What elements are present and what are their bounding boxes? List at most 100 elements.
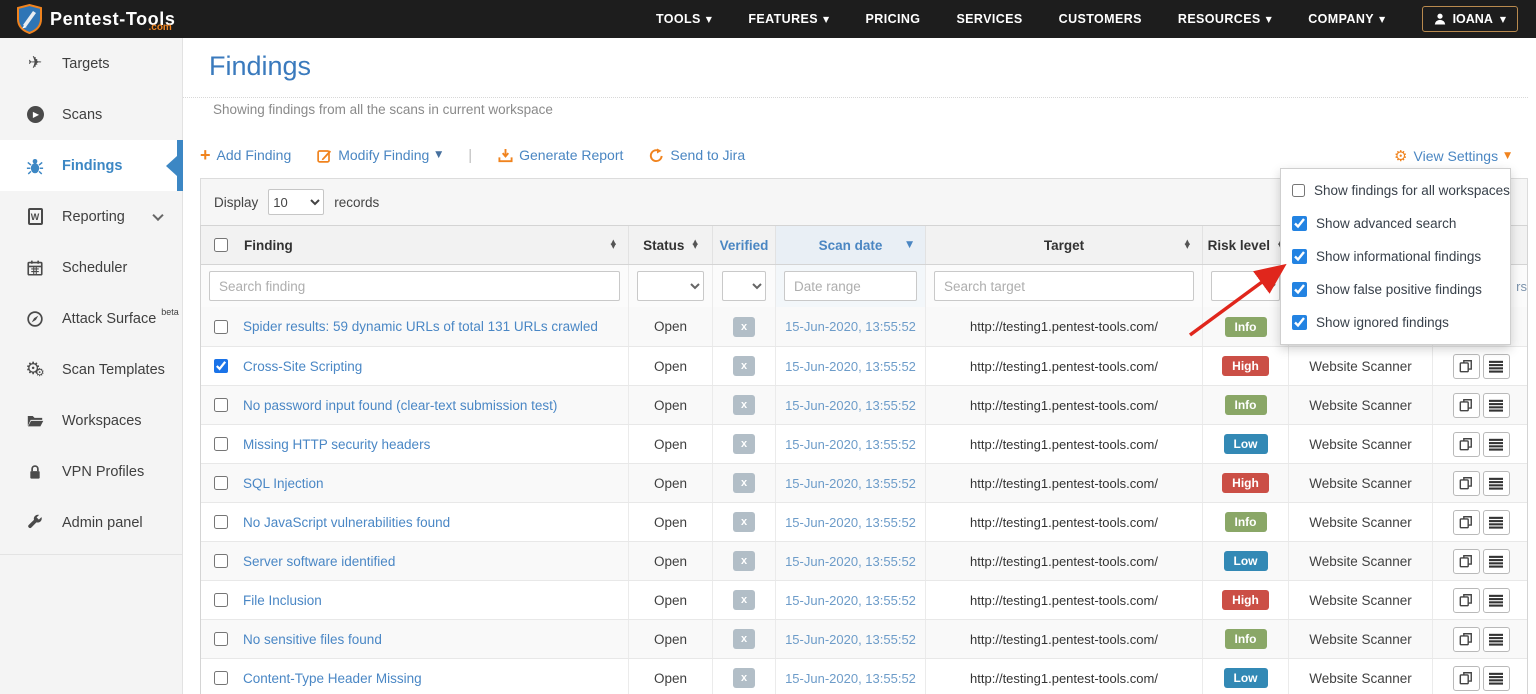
view-settings-option-show-ignored-findings[interactable]: Show ignored findings	[1281, 306, 1510, 339]
generate-report-button[interactable]: Generate Report	[498, 147, 623, 163]
scan-date-link[interactable]: 15-Jun-2020, 13:55:52	[785, 632, 916, 647]
duplicate-finding-button[interactable]	[1453, 354, 1480, 379]
duplicate-finding-button[interactable]	[1453, 432, 1480, 457]
option-checkbox[interactable]	[1292, 216, 1307, 231]
option-checkbox[interactable]	[1292, 249, 1307, 264]
verified-filter-select[interactable]	[722, 271, 766, 301]
risk-level-filter-select[interactable]	[1211, 271, 1280, 301]
sidebar-item-vpn-profiles[interactable]: VPN Profiles	[0, 446, 182, 497]
status-filter-select[interactable]	[637, 271, 704, 301]
sidebar-item-scan-templates[interactable]: ⚙⚙ Scan Templates	[0, 344, 182, 395]
row-checkbox[interactable]	[214, 359, 228, 373]
select-all-checkbox[interactable]	[214, 238, 228, 252]
date-range-input[interactable]	[784, 271, 917, 301]
scan-date-link[interactable]: 15-Jun-2020, 13:55:52	[785, 593, 916, 608]
scan-date-link[interactable]: 15-Jun-2020, 13:55:52	[785, 671, 916, 686]
view-settings-option-show-advanced-search[interactable]: Show advanced search	[1281, 207, 1510, 240]
view-settings-option-show-informational-findings[interactable]: Show informational findings	[1281, 240, 1510, 273]
scan-date-link[interactable]: 15-Jun-2020, 13:55:52	[785, 476, 916, 491]
scan-date-link[interactable]: 15-Jun-2020, 13:55:52	[785, 398, 916, 413]
column-header-scan-date[interactable]: Scan date ▼	[776, 226, 926, 264]
duplicate-finding-button[interactable]	[1453, 549, 1480, 574]
duplicate-finding-button[interactable]	[1453, 627, 1480, 652]
row-checkbox[interactable]	[214, 476, 228, 490]
view-settings-option-show-false-positive-findings[interactable]: Show false positive findings	[1281, 273, 1510, 306]
sidebar-item-scans[interactable]: ▶ Scans	[0, 89, 182, 140]
option-checkbox[interactable]	[1292, 282, 1307, 297]
view-settings-button[interactable]: ⚙ View Settings ▼	[1394, 148, 1511, 164]
not-verified-badge[interactable]: x	[733, 473, 755, 493]
not-verified-badge[interactable]: x	[733, 668, 755, 688]
records-per-page-select[interactable]: 10	[268, 189, 324, 215]
sort-desc-icon[interactable]: ▼	[906, 240, 913, 250]
search-target-input[interactable]	[934, 271, 1194, 301]
finding-link[interactable]: No password input found (clear-text subm…	[243, 398, 557, 413]
search-finding-input[interactable]	[209, 271, 620, 301]
finding-details-button[interactable]	[1483, 432, 1510, 457]
row-checkbox[interactable]	[214, 398, 228, 412]
option-checkbox[interactable]	[1292, 183, 1305, 198]
finding-link[interactable]: Missing HTTP security headers	[243, 437, 430, 452]
navbar-item-features[interactable]: FEATURES▼	[748, 12, 829, 26]
finding-link[interactable]: Spider results: 59 dynamic URLs of total…	[243, 319, 598, 334]
sort-icon[interactable]: ▲▼	[692, 241, 697, 249]
finding-link[interactable]: File Inclusion	[243, 593, 322, 608]
column-header-verified[interactable]: Verified	[713, 226, 776, 264]
finding-details-button[interactable]	[1483, 549, 1510, 574]
brand-logo[interactable]: Pentest-Tools .com	[0, 4, 172, 34]
finding-link[interactable]: Content-Type Header Missing	[243, 671, 422, 686]
row-checkbox[interactable]	[214, 632, 228, 646]
finding-details-button[interactable]	[1483, 627, 1510, 652]
not-verified-badge[interactable]: x	[733, 395, 755, 415]
sort-icon[interactable]: ▲▼	[611, 241, 616, 249]
duplicate-finding-button[interactable]	[1453, 471, 1480, 496]
sidebar-item-targets[interactable]: ✈ Targets	[0, 38, 182, 89]
finding-link[interactable]: No sensitive files found	[243, 632, 382, 647]
sidebar-item-scheduler[interactable]: Scheduler	[0, 242, 182, 293]
finding-details-button[interactable]	[1483, 354, 1510, 379]
scan-date-link[interactable]: 15-Jun-2020, 13:55:52	[785, 319, 916, 334]
row-checkbox[interactable]	[214, 554, 228, 568]
navbar-item-services[interactable]: SERVICES	[956, 12, 1022, 26]
column-header-status[interactable]: Status ▲▼	[629, 226, 713, 264]
duplicate-finding-button[interactable]	[1453, 588, 1480, 613]
sidebar-item-findings[interactable]: Findings	[0, 140, 182, 191]
navbar-item-company[interactable]: COMPANY▼	[1308, 12, 1385, 26]
duplicate-finding-button[interactable]	[1453, 393, 1480, 418]
scan-date-link[interactable]: 15-Jun-2020, 13:55:52	[785, 554, 916, 569]
send-to-jira-button[interactable]: Send to Jira	[649, 147, 745, 163]
sidebar-item-reporting[interactable]: W Reporting	[0, 191, 182, 242]
column-header-finding[interactable]: Finding ▲▼	[201, 226, 629, 264]
finding-details-button[interactable]	[1483, 666, 1510, 691]
user-menu-button[interactable]: IOANA▼	[1422, 6, 1518, 32]
column-header-target[interactable]: Target ▲▼	[926, 226, 1203, 264]
modify-finding-button[interactable]: Modify Finding ▼	[317, 147, 442, 163]
option-checkbox[interactable]	[1292, 315, 1307, 330]
navbar-item-resources[interactable]: RESOURCES▼	[1178, 12, 1272, 26]
finding-details-button[interactable]	[1483, 588, 1510, 613]
row-checkbox[interactable]	[214, 671, 228, 685]
sidebar-item-workspaces[interactable]: Workspaces	[0, 395, 182, 446]
scan-date-link[interactable]: 15-Jun-2020, 13:55:52	[785, 515, 916, 530]
finding-link[interactable]: No JavaScript vulnerabilities found	[243, 515, 450, 530]
not-verified-badge[interactable]: x	[733, 356, 755, 376]
finding-details-button[interactable]	[1483, 471, 1510, 496]
navbar-item-tools[interactable]: TOOLS▼	[656, 12, 712, 26]
not-verified-badge[interactable]: x	[733, 629, 755, 649]
not-verified-badge[interactable]: x	[733, 317, 755, 337]
sidebar-item-admin-panel[interactable]: Admin panel	[0, 497, 182, 548]
row-checkbox[interactable]	[214, 320, 228, 334]
duplicate-finding-button[interactable]	[1453, 666, 1480, 691]
duplicate-finding-button[interactable]	[1453, 510, 1480, 535]
sidebar-item-attack-surface[interactable]: Attack Surface beta	[0, 293, 182, 344]
finding-details-button[interactable]	[1483, 393, 1510, 418]
view-settings-option-show-findings-for-all-workspaces[interactable]: Show findings for all workspaces	[1281, 174, 1510, 207]
finding-link[interactable]: Cross-Site Scripting	[243, 359, 362, 374]
not-verified-badge[interactable]: x	[733, 590, 755, 610]
row-checkbox[interactable]	[214, 437, 228, 451]
scan-date-link[interactable]: 15-Jun-2020, 13:55:52	[785, 437, 916, 452]
sort-icon[interactable]: ▲▼	[1185, 241, 1190, 249]
scan-date-link[interactable]: 15-Jun-2020, 13:55:52	[785, 359, 916, 374]
finding-link[interactable]: Server software identified	[243, 554, 395, 569]
row-checkbox[interactable]	[214, 593, 228, 607]
